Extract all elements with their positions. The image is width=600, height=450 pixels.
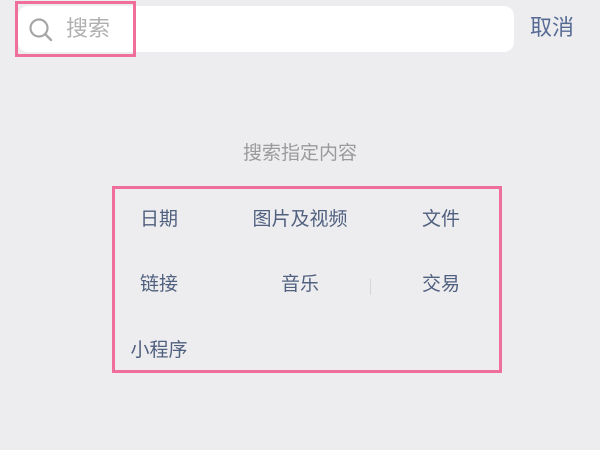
search-hint-text: 搜索指定内容 xyxy=(242,142,357,164)
search-input[interactable] xyxy=(66,6,496,52)
search-bar[interactable] xyxy=(18,6,514,52)
category-files[interactable]: 文件 xyxy=(366,205,516,233)
search-icon xyxy=(29,18,53,42)
category-images-videos[interactable]: 图片及视频 xyxy=(225,205,375,233)
category-links[interactable]: 链接 xyxy=(84,270,234,298)
column-divider xyxy=(370,279,371,295)
category-transactions[interactable]: 交易 xyxy=(366,270,516,298)
category-date[interactable]: 日期 xyxy=(84,205,234,233)
cancel-button[interactable]: 取消 xyxy=(530,12,574,46)
category-music[interactable]: 音乐 xyxy=(225,270,375,298)
category-mini-programs[interactable]: 小程序 xyxy=(84,336,234,364)
